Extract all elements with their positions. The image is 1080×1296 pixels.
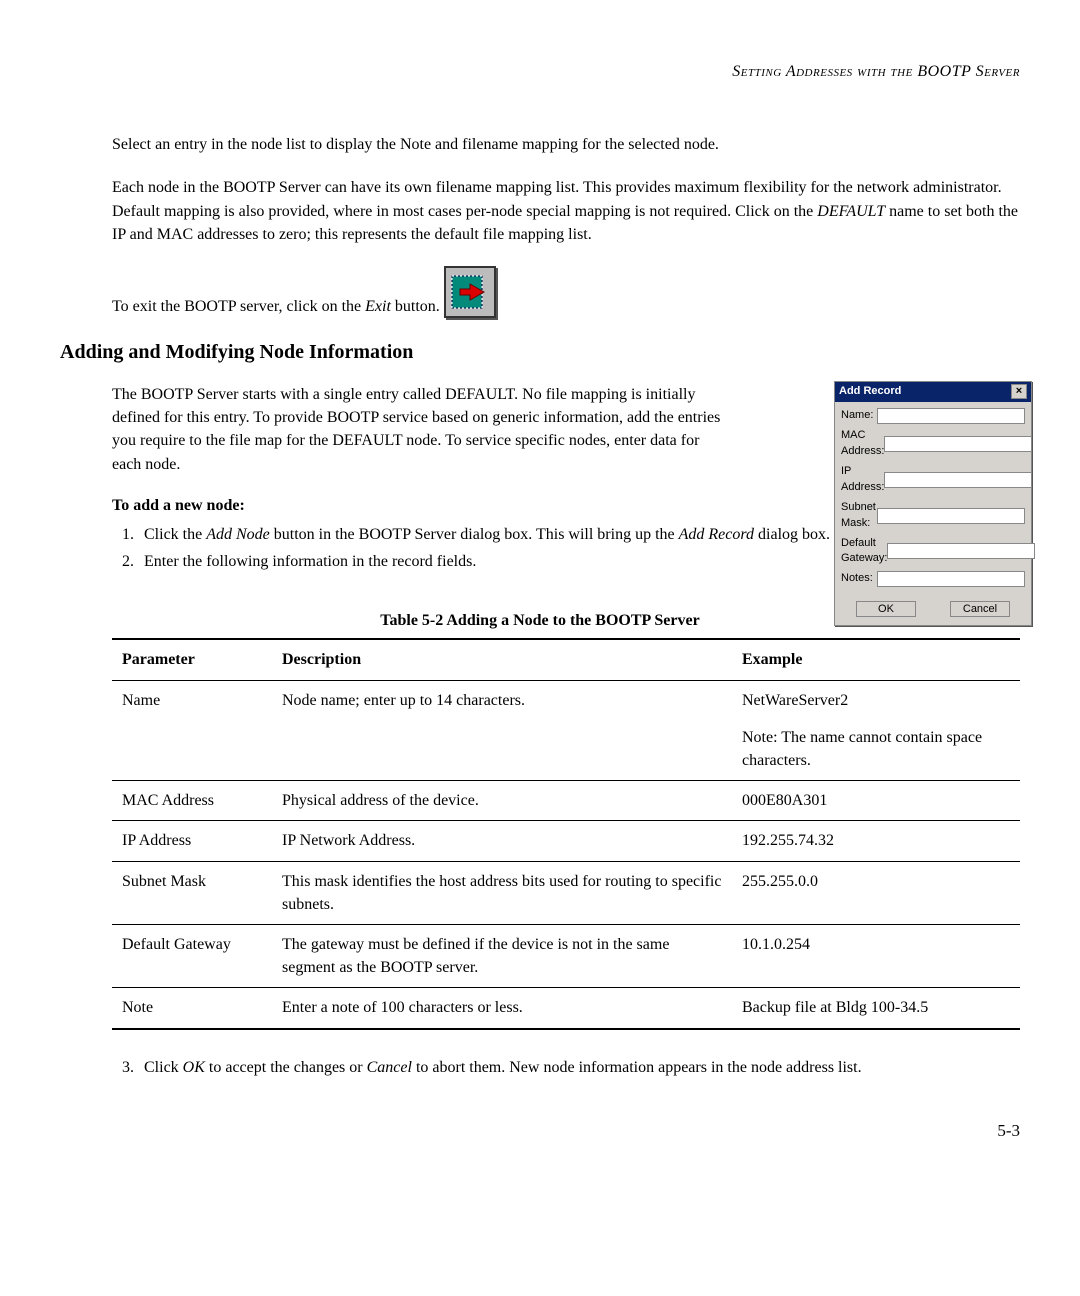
exit-word: Exit [365, 298, 391, 315]
ok-word: OK [183, 1059, 205, 1076]
label-gateway: Default Gateway: [841, 536, 887, 568]
cell-desc: This mask identifies the host address bi… [272, 861, 732, 924]
cell-param: Subnet Mask [112, 861, 272, 924]
ok-button[interactable]: OK [856, 601, 916, 617]
cell-example: NetWareServer2 Note: The name cannot con… [732, 680, 1020, 781]
input-mac[interactable] [884, 436, 1032, 452]
table-row: Note Enter a note of 100 characters or l… [112, 988, 1020, 1029]
label-subnet: Subnet Mask: [841, 500, 877, 532]
input-name[interactable] [877, 408, 1025, 424]
page-number: 5-3 [60, 1119, 1020, 1144]
cell-param: Name [112, 680, 272, 781]
cell-example: 000E80A301 [732, 781, 1020, 821]
cell-desc: IP Network Address. [272, 821, 732, 861]
col-example: Example [732, 639, 1020, 680]
col-description: Description [272, 639, 732, 680]
text: button. [391, 298, 440, 315]
input-notes[interactable] [877, 571, 1025, 587]
close-icon[interactable]: × [1011, 384, 1027, 399]
dialog-titlebar: Add Record × [835, 382, 1031, 402]
add-record-dialog: Add Record × Name: MAC Address: IP Addre… [834, 381, 1032, 626]
example-note: Note: The name cannot contain space char… [742, 726, 1010, 772]
cell-example: 255.255.0.0 [732, 861, 1020, 924]
default-word: DEFAULT [817, 203, 885, 220]
text: dialog box. [754, 526, 830, 543]
cell-param: Default Gateway [112, 924, 272, 987]
cell-param: Note [112, 988, 272, 1029]
exit-line: To exit the BOOTP server, click on the E… [112, 266, 1020, 318]
text: To exit the BOOTP server, click on the [112, 298, 365, 315]
label-mac: MAC Address: [841, 428, 884, 460]
add-record-word: Add Record [679, 526, 754, 543]
running-header: Setting Addresses with the BOOTP Server [60, 60, 1020, 83]
step-3: Click OK to accept the changes or Cancel… [138, 1056, 1020, 1079]
dialog-title-text: Add Record [839, 384, 901, 400]
dialog-body: Name: MAC Address: IP Address: Subnet Ma… [835, 402, 1031, 596]
table-row: MAC Address Physical address of the devi… [112, 781, 1020, 821]
label-notes: Notes: [841, 571, 877, 587]
input-subnet[interactable] [877, 508, 1025, 524]
cell-desc: Node name; enter up to 14 characters. [272, 680, 732, 781]
input-ip[interactable] [884, 472, 1032, 488]
text: button in the BOOTP Server dialog box. T… [270, 526, 679, 543]
cell-param: IP Address [112, 821, 272, 861]
label-name: Name: [841, 408, 877, 424]
cancel-word: Cancel [367, 1059, 412, 1076]
text: Click the [144, 526, 206, 543]
add-node-word: Add Node [206, 526, 270, 543]
table-header-row: Parameter Description Example [112, 639, 1020, 680]
text: NetWareServer2 [742, 692, 848, 709]
section-heading: Adding and Modifying Node Information [60, 338, 1020, 367]
intro-para-1: Select an entry in the node list to disp… [112, 133, 1020, 156]
cancel-button[interactable]: Cancel [950, 601, 1010, 617]
input-gateway[interactable] [887, 543, 1035, 559]
table-row: Subnet Mask This mask identifies the hos… [112, 861, 1020, 924]
cell-param: MAC Address [112, 781, 272, 821]
table-row: IP Address IP Network Address. 192.255.7… [112, 821, 1020, 861]
cell-desc: The gateway must be defined if the devic… [272, 924, 732, 987]
table-row: Name Node name; enter up to 14 character… [112, 680, 1020, 781]
text: to accept the changes or [205, 1059, 367, 1076]
section-intro: The BOOTP Server starts with a single en… [112, 383, 722, 476]
label-ip: IP Address: [841, 464, 884, 496]
parameters-table: Parameter Description Example Name Node … [112, 638, 1020, 1029]
cell-example: Backup file at Bldg 100-34.5 [732, 988, 1020, 1029]
cell-example: 192.255.74.32 [732, 821, 1020, 861]
table-row: Default Gateway The gateway must be defi… [112, 924, 1020, 987]
col-parameter: Parameter [112, 639, 272, 680]
exit-icon [444, 266, 496, 318]
text: Click [144, 1059, 183, 1076]
intro-para-2: Each node in the BOOTP Server can have i… [112, 176, 1020, 246]
cell-example: 10.1.0.254 [732, 924, 1020, 987]
text: to abort them. New node information appe… [412, 1059, 862, 1076]
cell-desc: Enter a note of 100 characters or less. [272, 988, 732, 1029]
steps-continued: Click OK to accept the changes or Cancel… [112, 1056, 1020, 1079]
cell-desc: Physical address of the device. [272, 781, 732, 821]
